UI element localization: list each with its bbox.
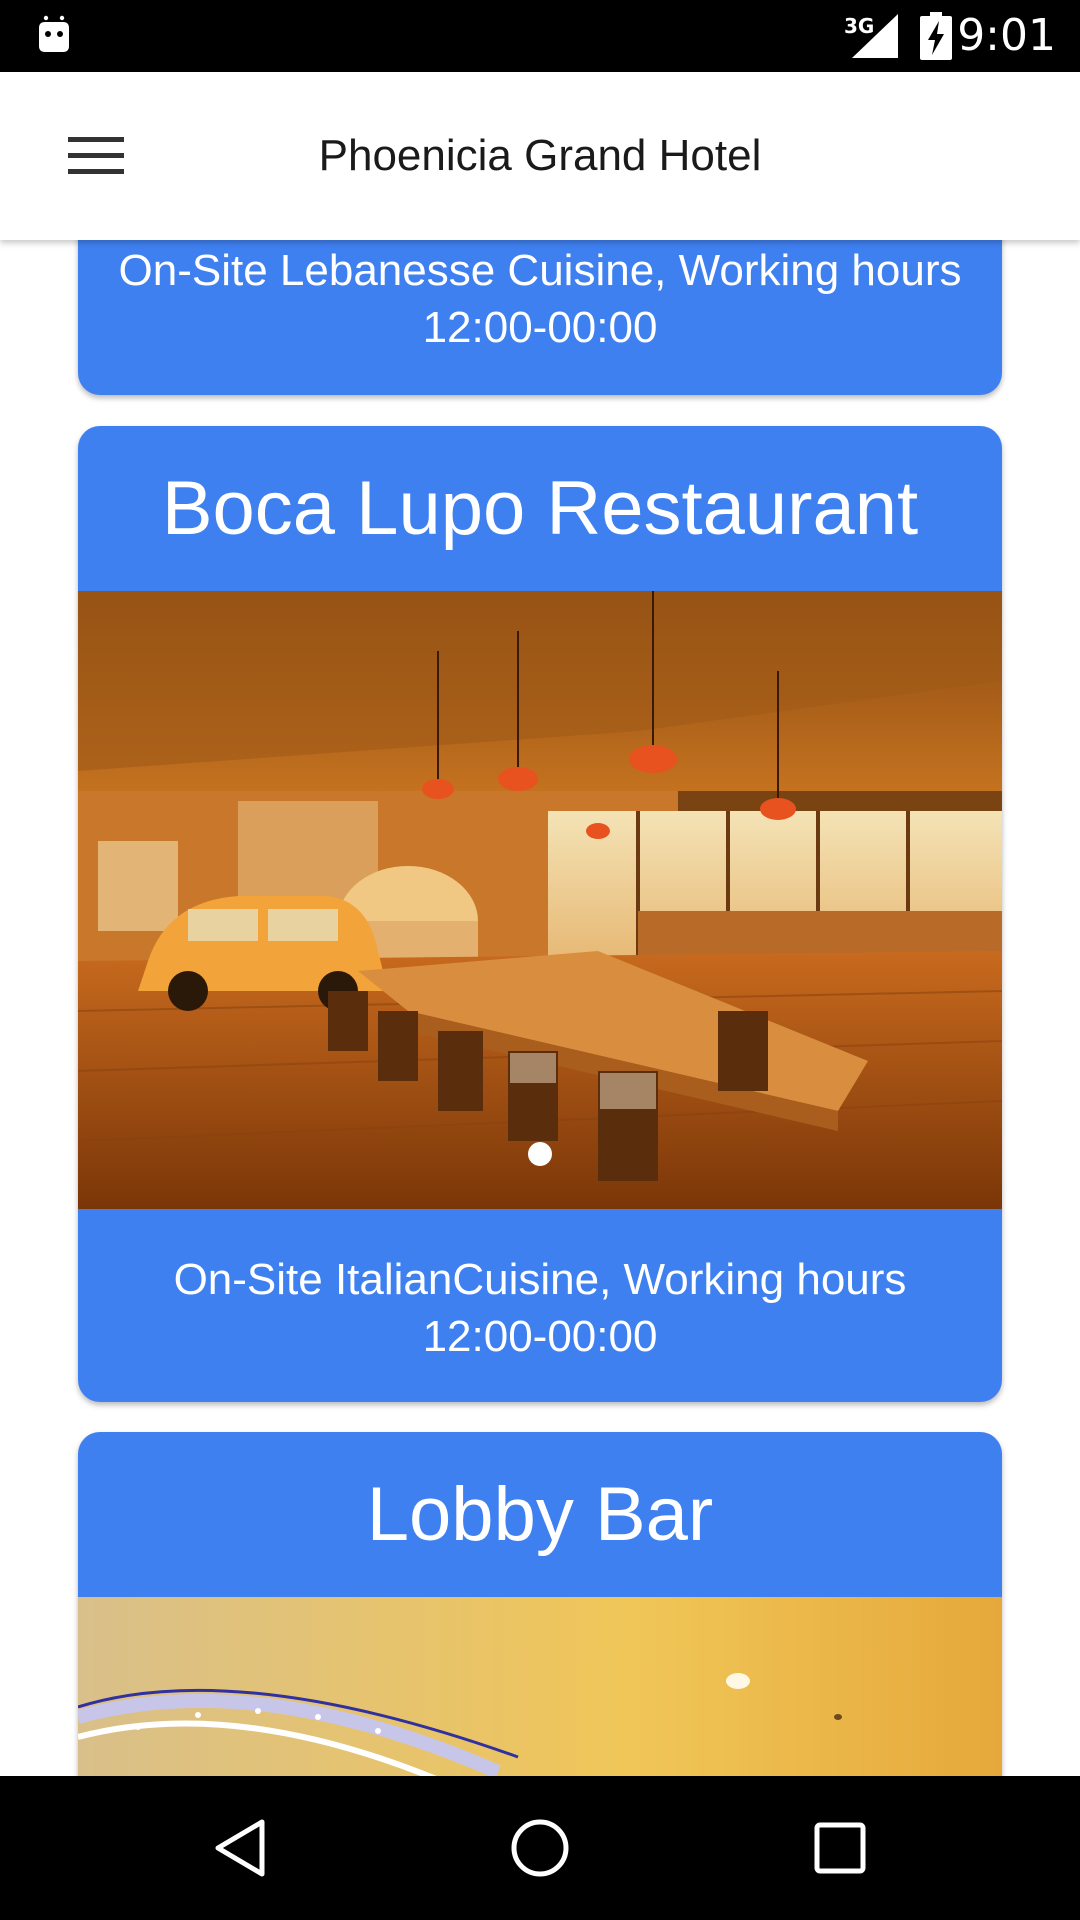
lobby-bar-photo[interactable]: [78, 1597, 1002, 1776]
screen: 3G 9:01 Phoenicia Grand Hotel On-Site Le…: [0, 0, 1080, 1920]
recents-button[interactable]: [790, 1798, 890, 1898]
signal-icon: [852, 14, 898, 58]
clock: 9:01: [957, 10, 1056, 61]
back-icon: [215, 1819, 265, 1877]
android-debug-icon: [39, 15, 69, 52]
home-icon: [511, 1819, 569, 1877]
back-button[interactable]: [190, 1798, 290, 1898]
carousel-indicator-dot: [528, 1142, 552, 1166]
recents-icon: [814, 1822, 866, 1874]
venue-title: Lobby Bar: [366, 1472, 714, 1557]
home-button[interactable]: [490, 1798, 590, 1898]
venue-card-lebanese[interactable]: On-Site Lebanesse Cuisine, Working hours…: [78, 240, 1002, 395]
battery-charging-icon: [920, 12, 952, 60]
venue-title: Boca Lupo Restaurant: [161, 466, 919, 551]
venue-description: On-Site ItalianCuisine, Working hours 12…: [173, 1255, 907, 1361]
venue-card-boca-lupo[interactable]: Boca Lupo Restaurant On-Site ItalianCuis…: [78, 426, 1002, 1402]
status-bar: 3G 9:01: [0, 0, 1080, 72]
app-title: Phoenicia Grand Hotel: [318, 131, 762, 180]
venue-description: On-Site Lebanesse Cuisine, Working hours…: [118, 246, 962, 352]
app-bar: Phoenicia Grand Hotel: [0, 72, 1080, 240]
navigation-bar: [0, 1776, 1080, 1920]
restaurant-interior-photo[interactable]: [78, 591, 1002, 1209]
venue-card-lobby-bar[interactable]: Lobby Bar: [78, 1432, 1002, 1776]
venue-list[interactable]: On-Site Lebanesse Cuisine, Working hours…: [0, 240, 1080, 1776]
